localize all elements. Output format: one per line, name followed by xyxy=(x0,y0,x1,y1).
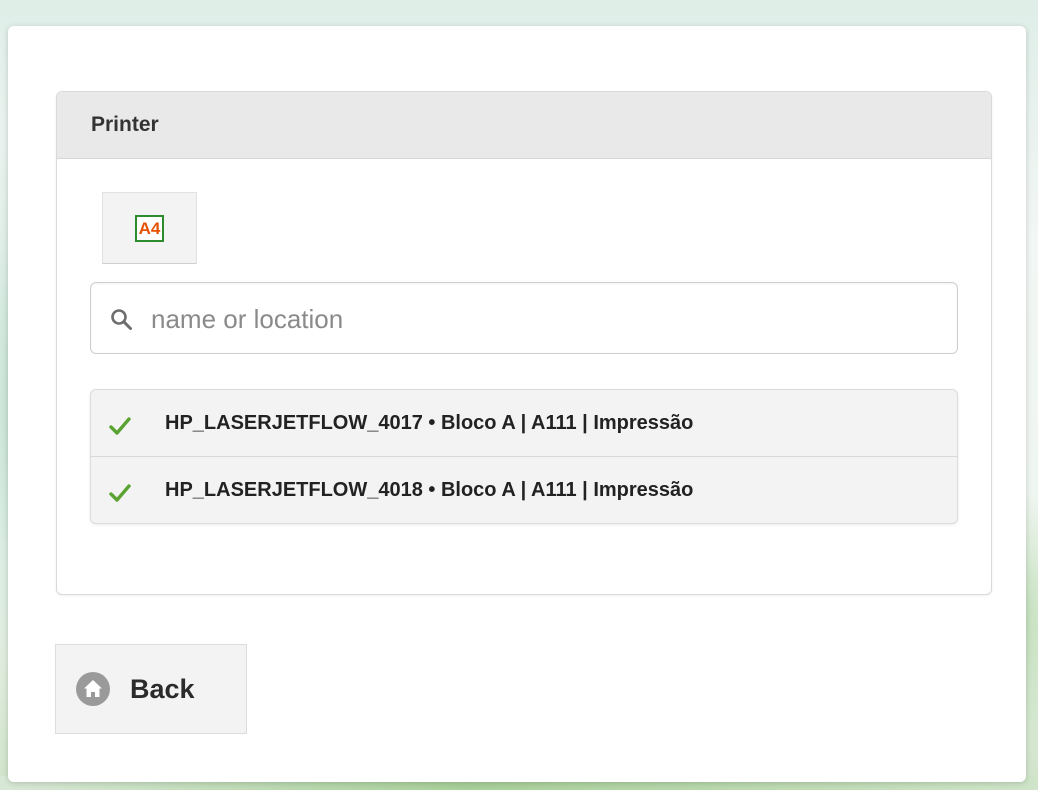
printer-list: HP_LASERJETFLOW_4017 • Bloco A | A111 | … xyxy=(90,389,958,524)
printer-item[interactable]: HP_LASERJETFLOW_4017 • Bloco A | A111 | … xyxy=(91,390,957,456)
printer-item-label: HP_LASERJETFLOW_4017 • Bloco A | A111 | … xyxy=(165,411,694,434)
home-icon xyxy=(76,672,110,706)
back-button-label: Back xyxy=(130,673,195,704)
back-button[interactable]: Back xyxy=(55,644,247,734)
paper-size-a4-icon: A4 xyxy=(134,214,165,242)
paper-size-button[interactable]: A4 xyxy=(102,192,197,264)
search-box[interactable] xyxy=(90,282,958,354)
printer-dialog: Printer A4 HP_LASERJETFLOW_4017 • Bloco … xyxy=(8,26,1026,782)
printer-item[interactable]: HP_LASERJETFLOW_4018 • Bloco A | A111 | … xyxy=(91,456,957,523)
printer-panel: Printer A4 HP_LASERJETFLOW_4017 • Bloco … xyxy=(56,91,992,595)
printer-item-label: HP_LASERJETFLOW_4018 • Bloco A | A111 | … xyxy=(165,478,694,501)
search-input[interactable] xyxy=(149,295,943,343)
search-icon xyxy=(111,309,132,330)
panel-title: Printer xyxy=(91,113,159,136)
check-icon xyxy=(109,417,131,435)
check-icon xyxy=(109,484,131,502)
panel-header: Printer xyxy=(57,92,991,159)
